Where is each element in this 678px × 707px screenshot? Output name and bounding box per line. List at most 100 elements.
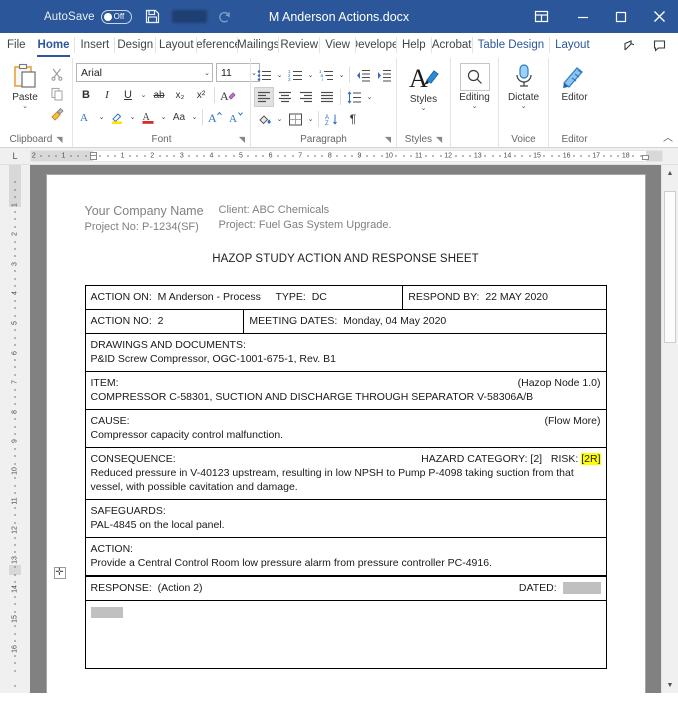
document-canvas[interactable]: Your Company Name Project No: P-1234(SF)… — [30, 165, 661, 693]
document-page[interactable]: Your Company Name Project No: P-1234(SF)… — [46, 175, 645, 693]
collapse-ribbon-chevron-icon[interactable]: ︿ — [663, 129, 673, 144]
italic-button[interactable]: I — [97, 85, 117, 105]
align-center-icon[interactable] — [275, 87, 295, 107]
undo-icon[interactable] — [216, 8, 233, 25]
tab-design[interactable]: Design — [115, 33, 155, 57]
styles-dialog-launcher[interactable]: ◥ — [436, 135, 442, 144]
chevron-down-icon[interactable]: ⌄ — [97, 113, 106, 121]
bold-button[interactable]: B — [76, 85, 96, 105]
table-move-handle-icon[interactable]: ✛ — [53, 567, 66, 579]
table-row-response-body[interactable] — [84, 600, 607, 669]
chevron-down-icon[interactable]: ⌄ — [275, 71, 284, 79]
chevron-down-icon[interactable]: ⌄ — [306, 115, 315, 123]
cell-drawings[interactable]: DRAWINGS AND DOCUMENTS: P&ID Screw Compr… — [84, 333, 607, 372]
table-row-action[interactable]: ACTION: Provide a Central Control Room l… — [84, 537, 607, 577]
align-left-icon[interactable] — [254, 87, 274, 107]
superscript-button[interactable]: x² — [191, 85, 211, 105]
font-color-blue-icon[interactable]: A — [76, 107, 96, 127]
shrink-font-icon[interactable]: A — [227, 107, 247, 127]
left-indent-marker[interactable] — [90, 155, 97, 160]
cell-cause[interactable]: CAUSE: (Flow More) Compressor capacity c… — [84, 409, 607, 448]
font-color-icon[interactable]: A — [138, 107, 158, 127]
comments-icon[interactable] — [644, 35, 674, 56]
paste-button[interactable]: Paste ⌄ — [3, 61, 47, 111]
decrease-indent-icon[interactable] — [353, 65, 373, 85]
cell-action-on[interactable]: ACTION ON: M Anderson - Process TYPE: DC — [84, 285, 404, 310]
tab-view[interactable]: View — [320, 33, 355, 57]
text-highlight-color-icon[interactable] — [107, 107, 127, 127]
dictate-button[interactable]: Dictate ⌄ — [502, 61, 545, 111]
shading-icon[interactable] — [254, 109, 274, 129]
response-body-form-field[interactable] — [90, 606, 123, 618]
editing-button[interactable]: Editing ⌄ — [454, 61, 495, 111]
cell-safeguards[interactable]: SAFEGUARDS: PAL-4845 on the local panel. — [84, 499, 607, 538]
chevron-down-icon[interactable]: ⌄ — [139, 91, 148, 99]
clipboard-dialog-launcher[interactable]: ◥ — [56, 135, 62, 144]
tab-insert[interactable]: Insert — [75, 33, 114, 57]
font-dialog-launcher[interactable]: ◥ — [239, 135, 245, 144]
horizontal-ruler[interactable]: L 2 1 1 2 3 4 5 6 7 8 9 10 11 12 13 14 15 16 17 18 — [0, 148, 678, 165]
underline-button[interactable]: U — [118, 85, 138, 105]
table-row-response-header[interactable]: RESPONSE: (Action 2) DATED: — [84, 575, 607, 601]
table-row-safeguards[interactable]: SAFEGUARDS: PAL-4845 on the local panel. — [84, 499, 607, 538]
tab-review[interactable]: Review — [279, 33, 319, 57]
vertical-scrollbar[interactable]: ▲ ▼ — [661, 165, 678, 693]
cut-scissors-icon[interactable] — [47, 64, 66, 83]
tab-table-design[interactable]: Table Design — [473, 33, 549, 57]
line-spacing-icon[interactable] — [344, 87, 364, 107]
save-icon[interactable] — [144, 8, 161, 25]
format-painter-icon[interactable] — [47, 104, 66, 123]
table-row-action-on[interactable]: ACTION ON: M Anderson - Process TYPE: DC… — [84, 285, 607, 310]
copy-icon[interactable] — [47, 84, 66, 103]
tab-help[interactable]: Help — [397, 33, 431, 57]
chevron-down-icon[interactable]: ⌄ — [128, 113, 137, 121]
scroll-up-arrow-icon[interactable]: ▲ — [662, 165, 678, 181]
chevron-down-icon[interactable]: ⌄ — [201, 69, 210, 77]
right-indent-marker[interactable] — [642, 155, 649, 160]
tab-developer[interactable]: Developer — [356, 33, 396, 57]
tab-layout[interactable]: Layout — [156, 33, 196, 57]
tab-stop-left-icon[interactable]: L — [0, 148, 30, 164]
align-right-icon[interactable] — [296, 87, 316, 107]
autosave-toggle[interactable]: Off — [100, 9, 132, 24]
chevron-down-icon[interactable]: ⌄ — [472, 103, 478, 111]
tab-mailings[interactable]: Mailings — [238, 33, 278, 57]
ribbon-display-options-icon[interactable] — [524, 0, 558, 33]
share-icon[interactable] — [614, 35, 644, 56]
scrollbar-thumb[interactable] — [664, 191, 676, 343]
cell-consequence[interactable]: CONSEQUENCE: HAZARD CATEGORY: [2] RISK: … — [84, 447, 607, 500]
tab-references[interactable]: References — [197, 33, 237, 57]
chevron-down-icon[interactable]: ⌄ — [306, 71, 315, 79]
tab-file[interactable]: File — [0, 33, 33, 57]
multilevel-list-icon[interactable]: 1ai — [316, 65, 336, 85]
cell-meeting-dates[interactable]: MEETING DATES: Monday, 04 May 2020 — [243, 309, 607, 334]
maximize-icon[interactable] — [602, 0, 640, 33]
paragraph-dialog-launcher[interactable]: ◥ — [385, 135, 391, 144]
cell-respond-by[interactable]: RESPOND BY: 22 MAY 2020 — [402, 285, 607, 310]
grow-font-icon[interactable]: A — [206, 107, 226, 127]
tab-table-layout[interactable]: Layout — [550, 33, 595, 57]
vertical-ruler[interactable]: 1 2 3 4 5 6 7 8 9 10 11 12 13 14 15 16 — [0, 165, 30, 693]
close-icon[interactable] — [640, 0, 678, 33]
chevron-down-icon[interactable]: ⌄ — [22, 103, 28, 111]
chevron-down-icon[interactable]: ⌄ — [337, 71, 346, 79]
tab-acrobat[interactable]: Acrobat — [432, 33, 472, 57]
cell-item[interactable]: ITEM: (Hazop Node 1.0) COMPRESSOR C-5830… — [84, 371, 607, 410]
scroll-down-arrow-icon[interactable]: ▼ — [662, 677, 678, 693]
hazop-action-table[interactable]: ACTION ON: M Anderson - Process TYPE: DC… — [84, 285, 607, 669]
minimize-icon[interactable] — [564, 0, 602, 33]
cell-action[interactable]: ACTION: Provide a Central Control Room l… — [84, 537, 607, 577]
chevron-down-icon[interactable]: ⌄ — [421, 105, 427, 113]
cell-response-body[interactable] — [84, 600, 607, 669]
chevron-down-icon[interactable]: ⌄ — [365, 93, 374, 101]
chevron-down-icon[interactable]: ⌄ — [159, 113, 168, 121]
table-row-item[interactable]: ITEM: (Hazop Node 1.0) COMPRESSOR C-5830… — [84, 371, 607, 410]
cell-response-header[interactable]: RESPONSE: (Action 2) DATED: — [84, 575, 607, 601]
table-row-drawings[interactable]: DRAWINGS AND DOCUMENTS: P&ID Screw Compr… — [84, 333, 607, 372]
increase-indent-icon[interactable] — [374, 65, 394, 85]
borders-icon[interactable] — [285, 109, 305, 129]
chevron-down-icon[interactable]: ⌄ — [521, 103, 527, 111]
chevron-down-icon[interactable]: ⌄ — [275, 115, 284, 123]
table-row-consequence[interactable]: CONSEQUENCE: HAZARD CATEGORY: [2] RISK: … — [84, 447, 607, 500]
table-row-action-no[interactable]: ACTION NO: 2 MEETING DATES: Monday, 04 M… — [84, 309, 607, 334]
